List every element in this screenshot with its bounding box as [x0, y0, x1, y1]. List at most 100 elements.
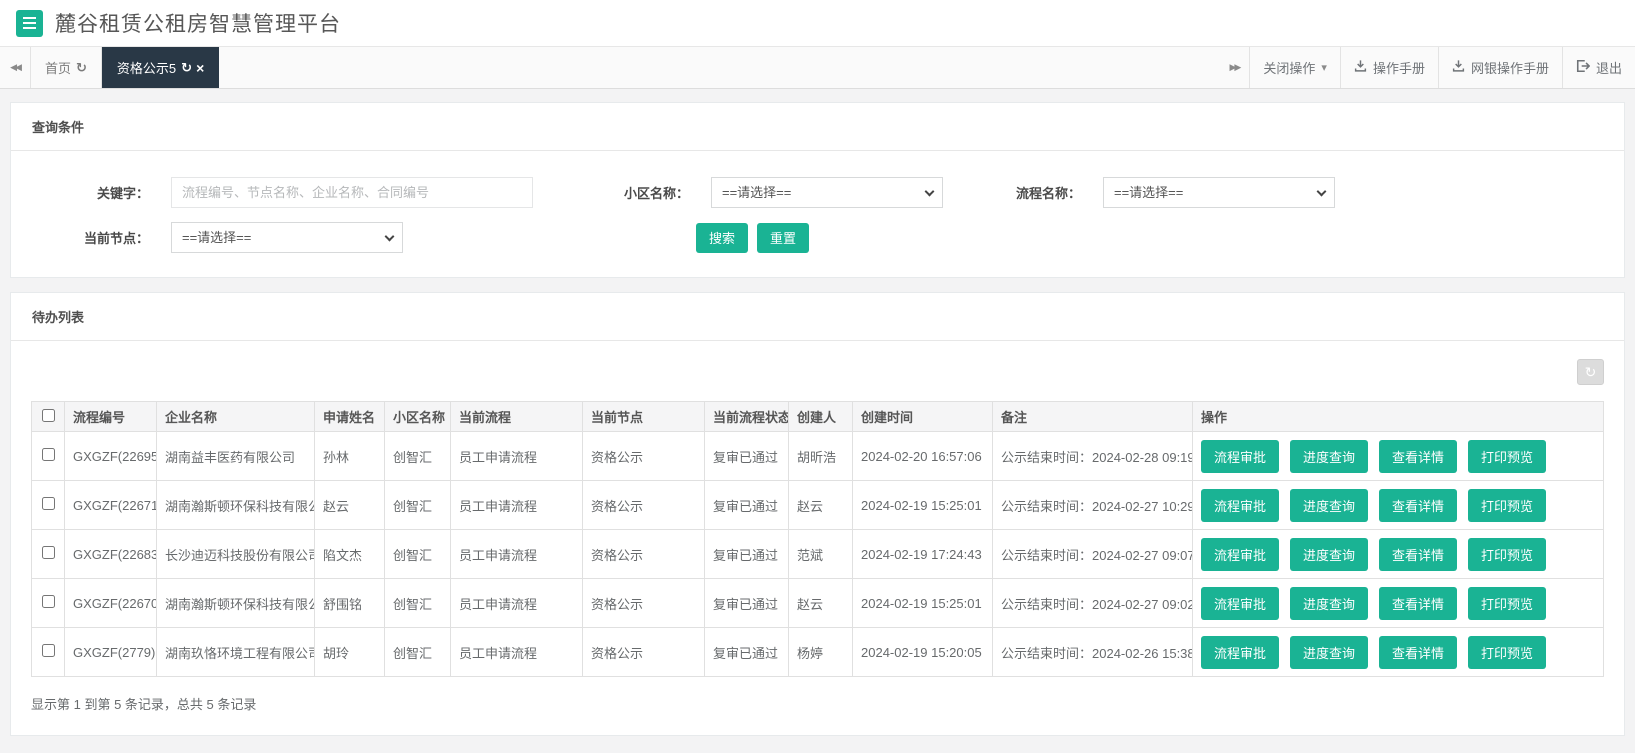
- cell-process-id: GXGZF(22670): [65, 579, 157, 628]
- approve-button[interactable]: 流程审批: [1201, 636, 1279, 669]
- row-checkbox[interactable]: [42, 448, 55, 461]
- bank-manual-download-button[interactable]: 网银操作手册: [1438, 47, 1562, 88]
- keyword-input[interactable]: [171, 177, 533, 208]
- community-select-control[interactable]: ==请选择==: [711, 177, 943, 208]
- cell-creator: 杨婷: [789, 628, 853, 677]
- cell-process-id: GXGZF(2779): [65, 628, 157, 677]
- tabs-scroll-left-icon[interactable]: ◀◀: [0, 47, 30, 88]
- tabbar-spacer: [219, 47, 1219, 88]
- cell-create-time: 2024-02-19 15:20:05: [853, 628, 993, 677]
- cell-create-time: 2024-02-19 15:25:01: [853, 481, 993, 530]
- process-name-select[interactable]: ==请选择==: [1103, 177, 1335, 208]
- actions-cell: 流程审批进度查询查看详情打印预览: [1193, 628, 1604, 677]
- cell-remark: 公示结束时间：2024-02-27 09:07:19: [993, 530, 1193, 579]
- cell-current-node: 资格公示: [583, 432, 705, 481]
- tab-bar: ◀◀ 首页 ↻ 资格公示5 ↻ × ▶▶ 关闭操作 ▾ 操作手册 网银操作手册 …: [0, 46, 1635, 89]
- community-label: 小区名称：: [606, 183, 711, 202]
- community-select[interactable]: ==请选择==: [711, 177, 943, 208]
- print-button[interactable]: 打印预览: [1468, 440, 1546, 473]
- tab-qualification-publicity[interactable]: 资格公示5 ↻ ×: [102, 47, 219, 88]
- actions-cell: 流程审批进度查询查看详情打印预览: [1193, 579, 1604, 628]
- cell-process-id: GXGZF(22671): [65, 481, 157, 530]
- print-button[interactable]: 打印预览: [1468, 489, 1546, 522]
- logout-button[interactable]: 退出: [1562, 47, 1635, 88]
- table-refresh-button[interactable]: ↻: [1577, 359, 1604, 385]
- current-node-select-control[interactable]: ==请选择==: [171, 222, 403, 253]
- cell-community: 创智汇: [385, 481, 451, 530]
- table-header-row: 流程编号 企业名称 申请姓名 小区名称 当前流程 当前节点 当前流程状态 创建人…: [32, 402, 1604, 432]
- row-checkbox[interactable]: [42, 546, 55, 559]
- logout-label: 退出: [1596, 58, 1622, 77]
- cell-remark: 公示结束时间：2024-02-27 10:29:51: [993, 481, 1193, 530]
- cell-current-flow: 员工申请流程: [451, 432, 583, 481]
- cell-process-id: GXGZF(22683): [65, 530, 157, 579]
- process-name-label: 流程名称：: [998, 183, 1103, 202]
- keyword-label: 关键字：: [31, 183, 171, 202]
- todo-panel-title: 待办列表: [11, 293, 1624, 341]
- approve-button[interactable]: 流程审批: [1201, 440, 1279, 473]
- main-content: 查询条件 关键字： 小区名称： ==请选择== 流程名称：: [0, 89, 1635, 746]
- print-button[interactable]: 打印预览: [1468, 538, 1546, 571]
- progress-button[interactable]: 进度查询: [1290, 440, 1368, 473]
- cell-company: 湖南瀚斯顿环保科技有限公司: [157, 579, 315, 628]
- refresh-icon[interactable]: ↻: [181, 60, 192, 76]
- select-all-checkbox[interactable]: [42, 409, 55, 422]
- col-current-node: 当前节点: [583, 402, 705, 432]
- detail-button[interactable]: 查看详情: [1379, 538, 1457, 571]
- app-header: 麓谷租赁公租房智慧管理平台: [0, 0, 1635, 46]
- detail-button[interactable]: 查看详情: [1379, 489, 1457, 522]
- approve-button[interactable]: 流程审批: [1201, 587, 1279, 620]
- actions-cell: 流程审批进度查询查看详情打印预览: [1193, 530, 1604, 579]
- table-row: GXGZF(22683) 长沙迪迈科技股份有限公司 陷文杰 创智汇 员工申请流程…: [32, 530, 1604, 579]
- cell-flow-status: 复审已通过: [705, 530, 789, 579]
- progress-button[interactable]: 进度查询: [1290, 636, 1368, 669]
- progress-button[interactable]: 进度查询: [1290, 587, 1368, 620]
- detail-button[interactable]: 查看详情: [1379, 636, 1457, 669]
- detail-button[interactable]: 查看详情: [1379, 440, 1457, 473]
- refresh-icon[interactable]: ↻: [76, 60, 87, 76]
- reset-button[interactable]: 重置: [757, 223, 809, 253]
- tab-home-label: 首页: [45, 58, 71, 77]
- hamburger-menu-button[interactable]: [16, 10, 43, 37]
- tabs-scroll-right-icon[interactable]: ▶▶: [1219, 47, 1249, 88]
- close-icon[interactable]: ×: [196, 60, 204, 76]
- tab-home[interactable]: 首页 ↻: [30, 47, 102, 88]
- row-checkbox[interactable]: [42, 644, 55, 657]
- row-checkbox[interactable]: [42, 497, 55, 510]
- cell-remark: 公示结束时间：2024-02-28 09:19:25: [993, 432, 1193, 481]
- detail-button[interactable]: 查看详情: [1379, 587, 1457, 620]
- cell-creator: 范斌: [789, 530, 853, 579]
- bank-manual-label: 网银操作手册: [1471, 58, 1549, 77]
- cell-remark: 公示结束时间：2024-02-26 15:38:56: [993, 628, 1193, 677]
- table-row: GXGZF(2779) 湖南玖恪环境工程有限公司 胡玲 创智汇 员工申请流程 资…: [32, 628, 1604, 677]
- approve-button[interactable]: 流程审批: [1201, 538, 1279, 571]
- todo-panel: 待办列表 ↻ 流程编号 企业名称 申请姓名 小区名称 当前流程 当前节点 当前流…: [10, 292, 1625, 736]
- cell-create-time: 2024-02-19 15:25:01: [853, 579, 993, 628]
- col-create-time: 创建时间: [853, 402, 993, 432]
- print-button[interactable]: 打印预览: [1468, 587, 1546, 620]
- close-operations-dropdown[interactable]: 关闭操作 ▾: [1249, 47, 1340, 88]
- col-community: 小区名称: [385, 402, 451, 432]
- tab-qualification-label: 资格公示5: [117, 58, 176, 77]
- cell-creator: 赵云: [789, 579, 853, 628]
- search-button[interactable]: 搜索: [696, 223, 748, 253]
- cell-company: 湖南益丰医药有限公司: [157, 432, 315, 481]
- progress-button[interactable]: 进度查询: [1290, 489, 1368, 522]
- approve-button[interactable]: 流程审批: [1201, 489, 1279, 522]
- print-button[interactable]: 打印预览: [1468, 636, 1546, 669]
- cell-applicant: 孙林: [315, 432, 385, 481]
- row-checkbox[interactable]: [42, 595, 55, 608]
- col-creator: 创建人: [789, 402, 853, 432]
- cell-current-node: 资格公示: [583, 530, 705, 579]
- cell-create-time: 2024-02-20 16:57:06: [853, 432, 993, 481]
- current-node-select[interactable]: ==请选择==: [171, 222, 403, 253]
- process-name-select-control[interactable]: ==请选择==: [1103, 177, 1335, 208]
- table-row: GXGZF(22671) 湖南瀚斯顿环保科技有限公司 赵云 创智汇 员工申请流程…: [32, 481, 1604, 530]
- manual-download-button[interactable]: 操作手册: [1340, 47, 1438, 88]
- progress-button[interactable]: 进度查询: [1290, 538, 1368, 571]
- hamburger-icon: [23, 17, 36, 19]
- query-panel: 查询条件 关键字： 小区名称： ==请选择== 流程名称：: [10, 102, 1625, 278]
- cell-current-flow: 员工申请流程: [451, 530, 583, 579]
- cell-create-time: 2024-02-19 17:24:43: [853, 530, 993, 579]
- col-remark: 备注: [993, 402, 1193, 432]
